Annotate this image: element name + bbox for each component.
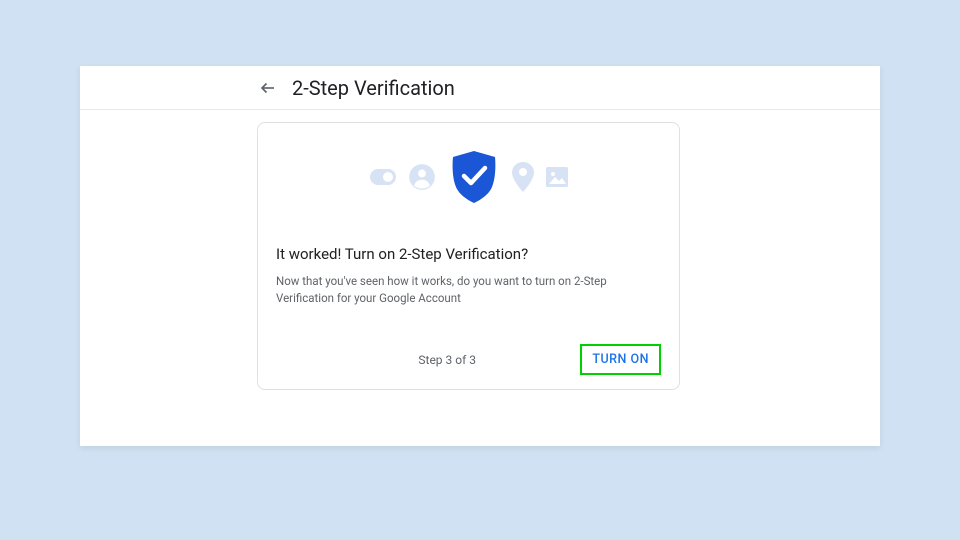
image-icon <box>546 167 568 187</box>
verification-card: It worked! Turn on 2-Step Verification? … <box>257 122 680 390</box>
card-footer: Step 3 of 3 TURN ON <box>276 344 661 375</box>
shield-check-icon <box>448 149 500 205</box>
turn-on-button[interactable]: TURN ON <box>580 344 661 375</box>
step-indicator: Step 3 of 3 <box>276 353 580 367</box>
person-icon <box>408 163 436 191</box>
page-title: 2-Step Verification <box>292 76 455 100</box>
toggle-icon <box>370 169 396 185</box>
header: 2-Step Verification <box>80 66 880 110</box>
location-pin-icon <box>512 162 534 192</box>
back-arrow-icon[interactable] <box>258 78 278 98</box>
settings-panel: 2-Step Verification <box>80 66 880 446</box>
card-body: Now that you've seen how it works, do yo… <box>276 273 646 306</box>
card-heading: It worked! Turn on 2-Step Verification? <box>276 245 661 263</box>
icon-row <box>276 149 661 205</box>
